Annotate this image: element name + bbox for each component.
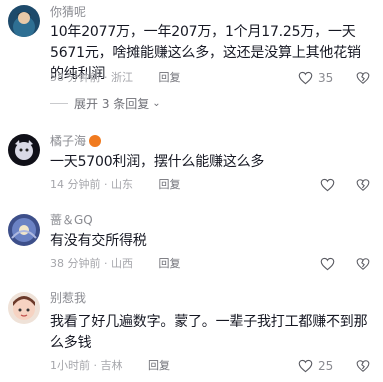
heart-icon [298,71,313,85]
comment-text: 有没有交所得税 [50,233,147,249]
heart-icon [320,257,335,271]
avatar[interactable] [8,214,40,246]
reply-button[interactable]: 回复 [159,178,181,191]
expand-replies-button[interactable]: 展开 3 条回复 ⌄ [50,95,161,112]
username[interactable]: 别惹我 [50,291,86,305]
meta-separator: · [93,359,98,372]
comment-time: 14 分钟前 [50,178,101,191]
comment-location: 山西 [111,257,133,270]
comment-item: 你猜呢 10年2077万，一年207万，1个月17.25万，一天5671元，啥摊… [0,0,383,118]
comment-meta: 38 分钟前 · 山西 回复 [50,257,181,271]
expand-replies-label: 展开 3 条回复 [74,97,150,111]
username[interactable]: 你猜呢 [50,5,86,19]
username-text: 橘子海 [50,134,87,148]
comment-meta: 58 分钟前 · 浙江 回复 [50,71,181,85]
comment-item: 蔷＆GQ 有没有交所得税 38 分钟前 · 山西 回复 [0,206,383,276]
like-button[interactable]: 25 [298,357,348,375]
comment-text: 我看了好几遍数字。蒙了。一辈子我打工都赚不到那么多钱 [50,314,368,351]
comment-text: 一天5700利润，摆什么能赚这么多 [50,154,265,170]
comment-meta: 14 分钟前 · 山东 回复 [50,178,181,192]
heart-icon [298,359,313,373]
like-button[interactable] [320,176,340,194]
meta-separator: · [104,71,108,84]
comment-location: 浙江 [111,71,133,84]
comment-item: 别惹我 我看了好几遍数字。蒙了。一辈子我打工都赚不到那么多钱 1小时前 · 吉林… [0,286,383,382]
comment-meta: 1小时前 · 吉林 回复 [50,359,170,373]
like-button[interactable]: 35 [298,69,348,87]
dislike-icon[interactable] [356,71,370,85]
username[interactable]: 橘子海 [50,134,102,148]
reply-button[interactable]: 回复 [159,71,181,84]
dislike-icon[interactable] [356,257,370,271]
like-button[interactable] [320,255,340,273]
comment-item: 橘子海 一天5700利润，摆什么能赚这么多 14 分钟前 · 山东 回复 [0,128,383,198]
orange-badge-icon [89,135,102,147]
dislike-icon[interactable] [356,178,370,192]
chevron-down-icon: ⌄ [152,98,161,109]
username[interactable]: 蔷＆GQ [50,213,93,227]
avatar[interactable] [8,292,40,324]
like-count: 35 [318,71,334,85]
comment-location: 吉林 [100,359,123,372]
meta-separator: · [104,178,108,191]
divider-line [50,103,68,104]
avatar[interactable] [8,134,40,166]
dislike-icon[interactable] [356,359,370,373]
comment-location: 山东 [111,178,133,191]
reply-button[interactable]: 回复 [159,257,181,270]
comment-time: 38 分钟前 [50,257,101,270]
like-count: 25 [318,359,334,373]
meta-separator: · [104,257,108,270]
comment-time: 1小时前 [50,359,90,372]
heart-icon [320,178,335,192]
reply-button[interactable]: 回复 [148,359,170,372]
avatar[interactable] [8,5,40,37]
comment-time: 58 分钟前 [50,71,101,84]
